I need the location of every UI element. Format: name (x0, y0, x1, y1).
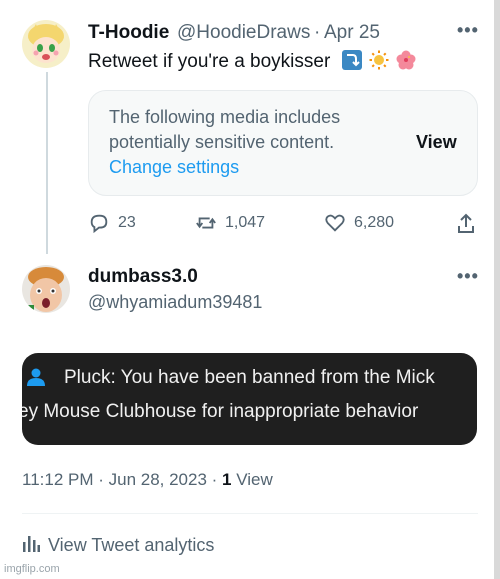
person-icon (26, 367, 46, 392)
share-icon (456, 212, 476, 234)
display-name[interactable]: T-Hoodie (88, 22, 169, 44)
curved-arrow-icon (341, 50, 362, 70)
watermark: imgflip.com (4, 563, 60, 575)
analytics-icon (22, 534, 40, 557)
tweet-text: Retweet if you're a boykisser (88, 50, 416, 73)
media-card-line2: ey Mouse Clubhouse for inappropriate beh… (22, 401, 419, 422)
thread-connector-line (46, 72, 48, 254)
media-card-line1: Pluck: You have been banned from the Mic… (64, 367, 435, 388)
reply-count: 23 (118, 214, 136, 231)
tweet-time[interactable]: 11:12 PM · Jun 28, 2023 · (22, 470, 217, 489)
view-label: View (236, 470, 273, 489)
sensitive-media-message: The following media includes potentially… (109, 107, 341, 152)
divider (22, 513, 478, 514)
sensitive-media-card: The following media includes potentially… (88, 90, 478, 196)
avatar-dumbass[interactable] (22, 265, 70, 313)
media-card[interactable]: Pluck: You have been banned from the Mic… (22, 353, 477, 445)
hibiscus-icon (396, 50, 416, 70)
tweet-timestamp: 11:12 PM · Jun 28, 2023 · 1 View (22, 470, 273, 490)
retweet-icon (195, 212, 217, 234)
change-settings-link[interactable]: Change settings (109, 157, 239, 178)
retweet-button[interactable]: 1,047 (195, 212, 265, 234)
avatar-t-hoodie[interactable] (22, 20, 70, 68)
display-name-2[interactable]: dumbass3.0 (88, 266, 198, 288)
analytics-label: View Tweet analytics (48, 535, 215, 555)
like-count: 6,280 (354, 214, 395, 231)
view-analytics-link[interactable]: View Tweet analytics (22, 534, 214, 557)
view-sensitive-button[interactable]: View (416, 132, 457, 153)
tweet-handle-2[interactable]: @whyamiadum39481 (88, 292, 262, 313)
retweet-count: 1,047 (225, 214, 266, 231)
tweet-thread: T-Hoodie @HoodieDraws · Apr 25 ••• Retwe… (0, 0, 497, 579)
page-edge (494, 0, 500, 579)
meta-separator: · (314, 22, 321, 43)
heart-icon (324, 212, 346, 234)
tweet-handle[interactable]: @HoodieDraws (177, 22, 310, 44)
more-options-icon-2[interactable]: ••• (457, 266, 479, 287)
sun-icon (369, 50, 389, 70)
more-options-icon[interactable]: ••• (457, 20, 479, 41)
share-button[interactable] (456, 212, 476, 234)
like-button[interactable]: 6,280 (324, 212, 394, 234)
tweet-date[interactable]: Apr 25 (324, 22, 380, 44)
tweet-text-content: Retweet if you're a boykisser (88, 51, 331, 72)
view-count: 1 (222, 470, 232, 489)
reply-button[interactable]: 23 (88, 212, 136, 234)
reply-icon (88, 212, 110, 234)
